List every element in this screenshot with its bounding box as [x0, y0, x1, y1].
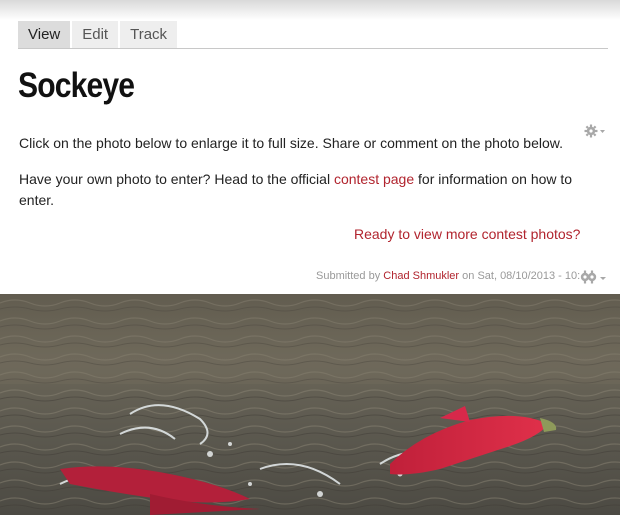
sockeye-salmon-photo [0, 294, 620, 515]
top-shade [0, 0, 620, 20]
author-link[interactable]: Chad Shmukler [383, 270, 459, 282]
tab-view[interactable]: View [18, 21, 71, 48]
contest-page-link[interactable]: contest page [334, 171, 414, 187]
submitted-line: Submitted by Chad Shmukler on Sat, 08/10… [316, 270, 582, 282]
node-gear-icon[interactable] [578, 270, 606, 284]
dropdown-arrow-icon [600, 130, 605, 133]
more-photos-link[interactable]: Ready to view more contest photos? [354, 226, 580, 242]
more-photos: Ready to view more contest photos? [354, 226, 580, 242]
page-title: Sockeye [18, 66, 135, 105]
gear-icon [580, 270, 606, 284]
local-tabs: View Edit Track [18, 21, 608, 49]
enter-paragraph: Have your own photo to enter? Head to th… [19, 169, 589, 211]
submitted-prefix: Submitted by [316, 270, 384, 282]
tab-edit[interactable]: Edit [72, 21, 119, 48]
intro-paragraph: Click on the photo below to enlarge it t… [19, 135, 563, 151]
enter-text-before: Have your own photo to enter? Head to th… [19, 171, 334, 187]
tab-track[interactable]: Track [120, 21, 178, 48]
dropdown-arrow-icon [600, 277, 606, 280]
submitted-date: on Sat, 08/10/2013 - 10: [459, 270, 581, 282]
contest-photo[interactable] [0, 294, 620, 515]
